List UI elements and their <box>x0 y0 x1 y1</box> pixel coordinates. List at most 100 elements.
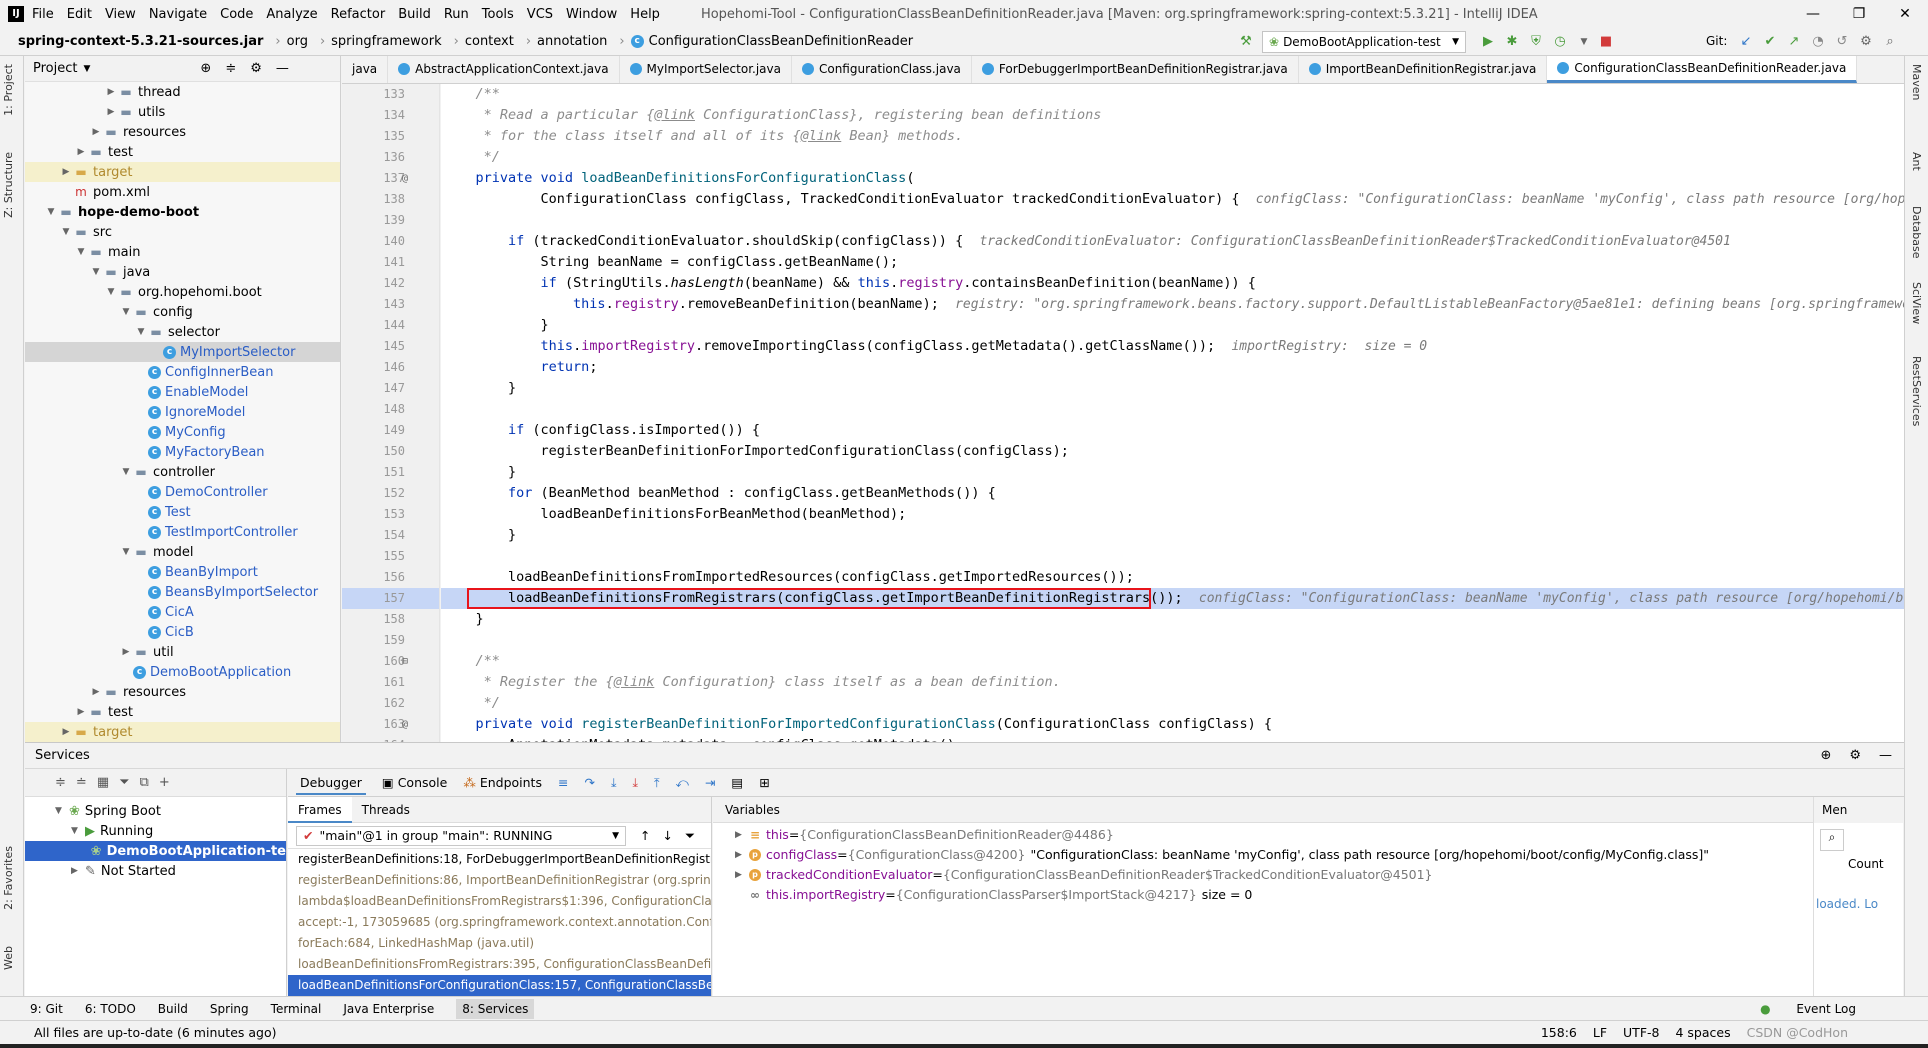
expand-arrow-icon[interactable]: ▶ <box>74 707 88 717</box>
tree-item[interactable]: ▼ ▬ main <box>25 242 340 262</box>
code-line[interactable]: if (StringUtils.hasLength(beanName) && t… <box>441 273 1904 294</box>
expand-arrow-icon[interactable]: ▶ <box>59 167 73 177</box>
expand-arrow-icon[interactable]: ▼ <box>119 307 133 317</box>
git-history-icon[interactable]: ◔ <box>1810 34 1826 50</box>
service-item[interactable]: ▼ ❀ Spring Boot <box>25 801 286 821</box>
tab-debugger[interactable]: Debugger <box>296 770 366 795</box>
expand-arrow-icon[interactable]: ▼ <box>71 826 85 836</box>
tree-item[interactable]: c BeansByImportSelector <box>25 582 340 602</box>
expand-arrow-icon[interactable]: ▼ <box>104 287 118 297</box>
menu-vcs[interactable]: VCS <box>527 7 553 22</box>
structure-tool-tab[interactable]: Z: Structure <box>2 152 15 218</box>
tree-item[interactable]: c MyConfig <box>25 422 340 442</box>
evaluate-icon[interactable]: ▤ <box>731 775 743 790</box>
favorites-tool-tab[interactable]: 2: Favorites <box>2 846 15 910</box>
tab-services[interactable]: 8: Services <box>456 998 535 1019</box>
collapse-all-icon[interactable]: ≐ <box>76 775 87 790</box>
memory-tab[interactable]: Men <box>1814 797 1903 823</box>
debug-icon[interactable]: ✱ <box>1504 34 1520 50</box>
loaded-link[interactable]: loaded. Lo <box>1814 897 1903 911</box>
gutter-marker-icon[interactable]: @ <box>402 168 408 189</box>
stack-frame[interactable]: loadBeanDefinitionsFromRegistrars:395, C… <box>288 954 711 975</box>
database-tool-tab[interactable]: Database <box>1910 206 1923 259</box>
menu-window[interactable]: Window <box>566 7 617 22</box>
editor-tab[interactable]: java <box>342 56 389 83</box>
code-line[interactable]: loadBeanDefinitionsForBeanMethod(beanMet… <box>441 504 1904 525</box>
hide-panel-icon[interactable]: — <box>276 61 289 76</box>
code-line[interactable]: AnnotationMetadata metadata = configClas… <box>441 735 1904 742</box>
editor-tab[interactable]: ImportBeanDefinitionRegistrar.java <box>1299 56 1548 83</box>
stack-frame[interactable]: forEach:684, LinkedHashMap (java.util) <box>288 933 711 954</box>
code-line[interactable]: */ <box>441 693 1904 714</box>
menu-view[interactable]: View <box>105 7 136 22</box>
gear-icon[interactable]: ⚙ <box>1849 748 1861 763</box>
variable-row[interactable]: ▶ ≡ this = {ConfigurationClassBeanDefiniti… <box>713 825 1903 845</box>
editor-tab[interactable]: MyImportSelector.java <box>620 56 792 83</box>
maximize-button[interactable]: ❐ <box>1836 6 1882 22</box>
tree-item[interactable]: ▶ ▬ thread <box>25 82 340 102</box>
tree-item[interactable]: ▶ ▬ resources <box>25 122 340 142</box>
git-update-icon[interactable]: ↙ <box>1738 34 1754 50</box>
globe-icon[interactable]: ⊕ <box>1820 748 1831 763</box>
code-line[interactable]: */ <box>441 147 1904 168</box>
breadcrumb-springframework[interactable]: springframework <box>331 34 441 49</box>
service-item[interactable]: ▼ ▶ Running <box>25 821 286 841</box>
tree-item[interactable]: ▼ ▬ config <box>25 302 340 322</box>
expand-arrow-icon[interactable]: ▼ <box>74 247 88 257</box>
expand-arrow-icon[interactable]: ▶ <box>74 147 88 157</box>
tab-build[interactable]: Build <box>158 1002 188 1016</box>
expand-arrow-icon[interactable]: ▶ <box>104 107 118 117</box>
code-line[interactable] <box>441 210 1904 231</box>
expand-arrow-icon[interactable]: ▼ <box>44 207 58 217</box>
filter-icon[interactable]: ⏷ <box>685 828 695 844</box>
more-run-icon[interactable]: ▼ <box>1576 34 1592 50</box>
variable-row[interactable]: ▶ p configClass = {ConfigurationClass@4200… <box>713 845 1903 865</box>
tree-item[interactable]: ▶ ▬ utils <box>25 102 340 122</box>
expand-arrow-icon[interactable]: ▼ <box>59 227 73 237</box>
tree-item[interactable]: ▼ ▬ selector <box>25 322 340 342</box>
indent-setting[interactable]: 4 spaces <box>1675 1025 1730 1040</box>
editor-tab[interactable]: ConfigurationClass.java <box>792 56 972 83</box>
code-editor[interactable]: /** * Read a particular {@link Configura… <box>441 84 1904 742</box>
run-icon[interactable]: ▶ <box>1480 34 1496 50</box>
menu-file[interactable]: File <box>32 7 54 22</box>
tree-item[interactable]: c MyImportSelector <box>25 342 340 362</box>
chevron-down-icon[interactable]: ▼ <box>83 64 90 74</box>
expand-arrow-icon[interactable]: ▶ <box>71 866 85 876</box>
search-icon[interactable]: ⌕ <box>1820 829 1844 851</box>
menu-edit[interactable]: Edit <box>67 7 92 22</box>
expand-arrow-icon[interactable]: ▼ <box>119 467 133 477</box>
expand-arrow-icon[interactable]: ▼ <box>55 806 69 816</box>
rollback-icon[interactable]: ↺ <box>1834 34 1850 50</box>
globe-icon[interactable]: ⊕ <box>200 61 211 76</box>
git-push-icon[interactable]: ↗ <box>1786 34 1802 50</box>
force-step-into-icon[interactable]: ⤓ <box>632 775 638 791</box>
tab-git[interactable]: 9: Git <box>30 1002 63 1016</box>
menu-code[interactable]: Code <box>220 7 253 22</box>
stack-frame[interactable]: registerBeanDefinitions:18, ForDebuggerI… <box>288 849 711 870</box>
editor-tab[interactable]: ForDebuggerImportBeanDefinitionRegistrar… <box>972 56 1299 83</box>
expand-arrow-icon[interactable]: ▶ <box>104 87 118 97</box>
gear-icon[interactable]: ⚙ <box>250 61 262 76</box>
caret-position[interactable]: 158:6 <box>1541 1025 1577 1040</box>
menu-help[interactable]: Help <box>630 7 660 22</box>
code-line[interactable]: if (configClass.isImported()) { <box>441 420 1904 441</box>
code-line[interactable]: } <box>441 609 1904 630</box>
tree-item[interactable]: c CicB <box>25 622 340 642</box>
run-config-select[interactable]: ❀ DemoBootApplication-test ▼ <box>1262 31 1466 53</box>
code-line[interactable] <box>441 546 1904 567</box>
tree-item[interactable]: ▶ ▬ target <box>25 722 340 742</box>
expand-arrow-icon[interactable]: ▼ <box>89 267 103 277</box>
tree-item[interactable]: c Test <box>25 502 340 522</box>
variable-row[interactable]: ▶ p trackedConditionEvaluator = {Configura… <box>713 865 1903 885</box>
code-line[interactable]: private void registerBeanDefinitionForIm… <box>441 714 1904 735</box>
settings-icon[interactable]: ⚙ <box>1858 34 1874 50</box>
code-line[interactable] <box>441 399 1904 420</box>
project-view-select[interactable]: Project <box>33 61 77 76</box>
hammer-build-icon[interactable]: ⚒ <box>1238 34 1254 50</box>
new-tab-icon[interactable]: ⧉ <box>140 775 149 790</box>
gutter-marker-icon[interactable]: @ <box>402 714 408 735</box>
code-line[interactable]: this.registry.removeBeanDefinition(beanN… <box>441 294 1904 315</box>
drop-frame-icon[interactable]: ⤺ <box>676 775 689 791</box>
group-icon[interactable]: ▦ <box>97 775 109 790</box>
